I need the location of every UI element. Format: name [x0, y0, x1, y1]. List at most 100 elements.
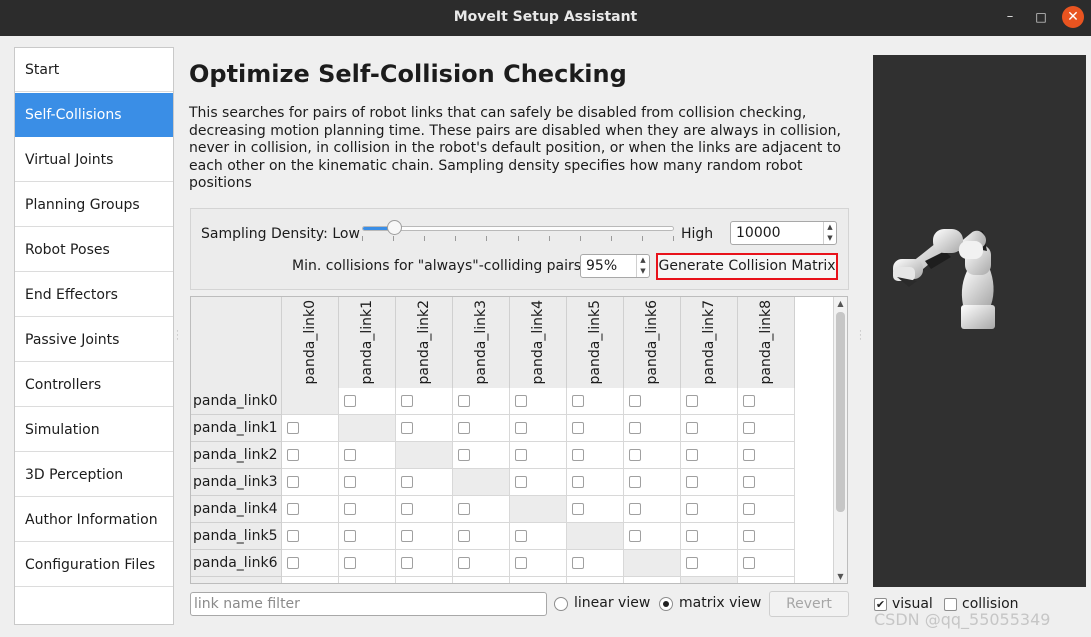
collision-disable-checkbox[interactable]: [458, 395, 470, 407]
collision-disable-checkbox[interactable]: [458, 503, 470, 515]
collision-disable-checkbox[interactable]: [458, 449, 470, 461]
matrix-cell[interactable]: [396, 577, 453, 583]
generate-collision-matrix-button[interactable]: Generate Collision Matrix: [656, 253, 838, 280]
matrix-cell[interactable]: [510, 577, 567, 583]
matrix-cell[interactable]: [738, 415, 795, 442]
sidebar-item-virtual-joints[interactable]: Virtual Joints: [15, 138, 173, 182]
link-name-filter-input[interactable]: [191, 593, 546, 615]
matrix-cell[interactable]: [624, 496, 681, 523]
matrix-cell[interactable]: [624, 388, 681, 415]
matrix-cell[interactable]: [510, 415, 567, 442]
collision-disable-checkbox[interactable]: [515, 530, 527, 542]
matrix-cell[interactable]: [453, 577, 510, 583]
matrix-cell[interactable]: [567, 388, 624, 415]
collision-disable-checkbox[interactable]: [629, 476, 641, 488]
matrix-cell[interactable]: [567, 496, 624, 523]
collision-disable-checkbox[interactable]: [743, 530, 755, 542]
collision-disable-checkbox[interactable]: [287, 422, 299, 434]
matrix-cell[interactable]: [738, 550, 795, 577]
sidebar-item-passive-joints[interactable]: Passive Joints: [15, 318, 173, 362]
matrix-cell[interactable]: [510, 523, 567, 550]
spin-arrows-icon[interactable]: ▲ ▼: [636, 255, 649, 277]
sidebar-item-self-collisions[interactable]: Self-Collisions: [15, 93, 173, 137]
matrix-cell[interactable]: [624, 442, 681, 469]
collision-disable-checkbox[interactable]: [287, 449, 299, 461]
collision-disable-checkbox[interactable]: [401, 530, 413, 542]
matrix-cell[interactable]: [453, 550, 510, 577]
collision-disable-checkbox[interactable]: [743, 557, 755, 569]
matrix-cell[interactable]: [624, 469, 681, 496]
matrix-cell[interactable]: [396, 523, 453, 550]
link-name-filter-field[interactable]: [190, 592, 547, 616]
collision-disable-checkbox[interactable]: [401, 503, 413, 515]
matrix-cell[interactable]: [396, 550, 453, 577]
maximize-icon[interactable]: □: [1030, 6, 1052, 28]
matrix-cell[interactable]: [681, 550, 738, 577]
matrix-cell[interactable]: [681, 496, 738, 523]
minimize-icon[interactable]: –: [999, 6, 1021, 28]
matrix-cell[interactable]: [681, 469, 738, 496]
sidebar-item-controllers[interactable]: Controllers: [15, 363, 173, 407]
scrollbar-thumb[interactable]: [836, 312, 845, 512]
collision-disable-checkbox[interactable]: [686, 449, 698, 461]
collision-disable-checkbox[interactable]: [344, 557, 356, 569]
collision-disable-checkbox[interactable]: [686, 395, 698, 407]
matrix-cell[interactable]: [567, 550, 624, 577]
matrix-cell[interactable]: [453, 388, 510, 415]
collision-disable-checkbox[interactable]: [629, 530, 641, 542]
collision-disable-checkbox[interactable]: [458, 530, 470, 542]
collision-disable-checkbox[interactable]: [743, 449, 755, 461]
matrix-cell[interactable]: [453, 496, 510, 523]
matrix-cell[interactable]: [339, 442, 396, 469]
matrix-cell[interactable]: [396, 469, 453, 496]
matrix-cell[interactable]: [567, 415, 624, 442]
matrix-cell[interactable]: [738, 523, 795, 550]
scroll-down-icon[interactable]: ▼: [834, 570, 847, 583]
sidebar-item-configuration-files[interactable]: Configuration Files: [15, 543, 173, 587]
collision-disable-checkbox[interactable]: [686, 557, 698, 569]
matrix-cell[interactable]: [738, 469, 795, 496]
collision-disable-checkbox[interactable]: [629, 449, 641, 461]
matrix-cell[interactable]: [396, 388, 453, 415]
matrix-cell[interactable]: [738, 577, 795, 583]
sidebar-item-robot-poses[interactable]: Robot Poses: [15, 228, 173, 272]
matrix-cell[interactable]: [624, 523, 681, 550]
matrix-cell[interactable]: [624, 415, 681, 442]
matrix-cell[interactable]: [567, 469, 624, 496]
collision-disable-checkbox[interactable]: [344, 503, 356, 515]
collision-disable-checkbox[interactable]: [572, 557, 584, 569]
collision-disable-checkbox[interactable]: [686, 476, 698, 488]
matrix-cell[interactable]: [510, 388, 567, 415]
collision-disable-checkbox[interactable]: [344, 395, 356, 407]
collision-disable-checkbox[interactable]: [743, 503, 755, 515]
matrix-cell[interactable]: [681, 523, 738, 550]
matrix-cell[interactable]: [453, 442, 510, 469]
matrix-cell[interactable]: [681, 388, 738, 415]
collision-disable-checkbox[interactable]: [629, 422, 641, 434]
collision-disable-checkbox[interactable]: [572, 476, 584, 488]
linear-view-radio[interactable]: [554, 597, 568, 611]
revert-button[interactable]: Revert: [769, 591, 849, 617]
matrix-cell[interactable]: [339, 523, 396, 550]
matrix-view-radio[interactable]: [659, 597, 673, 611]
scroll-up-icon[interactable]: ▲: [834, 297, 847, 310]
matrix-cell[interactable]: [339, 550, 396, 577]
matrix-cell[interactable]: [510, 442, 567, 469]
matrix-cell[interactable]: [681, 415, 738, 442]
matrix-cell[interactable]: [339, 388, 396, 415]
collision-disable-checkbox[interactable]: [515, 449, 527, 461]
matrix-cell[interactable]: [282, 577, 339, 583]
collision-disable-checkbox[interactable]: [743, 395, 755, 407]
collision-disable-checkbox[interactable]: [287, 557, 299, 569]
collision-disable-checkbox[interactable]: [401, 395, 413, 407]
matrix-cell[interactable]: [510, 550, 567, 577]
sidebar-item-planning-groups[interactable]: Planning Groups: [15, 183, 173, 227]
collision-disable-checkbox[interactable]: [287, 530, 299, 542]
sidebar-item-end-effectors[interactable]: End Effectors: [15, 273, 173, 317]
collision-disable-checkbox[interactable]: [629, 395, 641, 407]
matrix-cell[interactable]: [453, 523, 510, 550]
collision-disable-checkbox[interactable]: [344, 449, 356, 461]
matrix-cell[interactable]: [282, 496, 339, 523]
matrix-cell[interactable]: [624, 577, 681, 583]
matrix-cell[interactable]: [453, 415, 510, 442]
